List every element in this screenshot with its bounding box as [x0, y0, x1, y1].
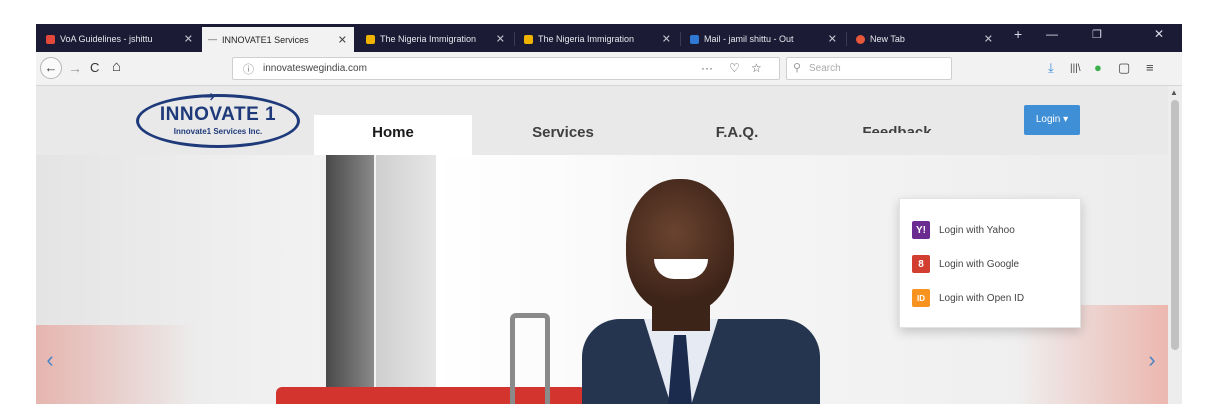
site-logo[interactable]: ⟶ INNOVATE 1 Innovate1 Services Inc. — [136, 89, 304, 150]
pocket-icon[interactable]: ♡ — [729, 61, 740, 75]
page-actions-icon[interactable]: ··· — [701, 61, 713, 75]
browser-window: VoA Guidelines - jshittu ✕ — INNOVATE1 S… — [36, 24, 1182, 404]
tab-voa-guidelines[interactable]: VoA Guidelines - jshittu ✕ — [40, 28, 200, 50]
option-label: Login with Open ID — [939, 292, 1025, 304]
option-label: Login with Yahoo — [939, 224, 1015, 236]
library-icon[interactable]: |||\ — [1070, 61, 1081, 77]
login-yahoo-option[interactable]: Y! Login with Yahoo — [912, 219, 1015, 241]
login-button[interactable]: Login ▾ — [1024, 105, 1080, 135]
address-bar[interactable]: ⓘ innovateswegindia.com ··· ♡ ☆ — [232, 57, 780, 80]
new-tab-button[interactable]: + — [1014, 26, 1022, 42]
restore-button[interactable]: ❐ — [1092, 28, 1102, 41]
tab-title: The Nigeria Immigration — [538, 34, 635, 44]
info-icon[interactable]: ⓘ — [243, 61, 254, 77]
bookmark-star-icon[interactable]: ☆ — [751, 61, 762, 75]
tab-nigeria-immigration-1[interactable]: The Nigeria Immigration ✕ — [360, 28, 512, 50]
web-page: ⟶ INNOVATE 1 Innovate1 Services Inc. Hom… — [36, 86, 1168, 404]
close-icon[interactable]: ✕ — [828, 33, 837, 46]
logo-title: INNOVATE 1 — [159, 104, 277, 125]
tab-title: New Tab — [870, 34, 905, 44]
close-icon[interactable]: ✕ — [184, 33, 193, 46]
extension-icon[interactable]: ● — [1094, 60, 1102, 76]
option-label: Login with Google — [939, 258, 1020, 270]
firefox-favicon-icon — [856, 34, 865, 44]
sidebar-icon[interactable]: ▢ — [1118, 60, 1130, 76]
tab-separator — [514, 32, 515, 46]
scroll-up-icon[interactable]: ▲ — [1170, 88, 1178, 97]
nav-faq[interactable]: F.A.Q. — [682, 115, 792, 155]
menu-icon[interactable]: ≡ — [1146, 60, 1154, 76]
carousel-prev-button[interactable]: ‹ — [40, 345, 60, 375]
close-icon[interactable]: ✕ — [496, 33, 505, 46]
tab-separator — [846, 32, 847, 46]
url-text: innovateswegindia.com — [263, 63, 367, 74]
tab-separator — [680, 32, 681, 46]
search-placeholder: Search — [809, 63, 841, 74]
tab-mail-outlook[interactable]: Mail - jamil shittu - Out ✕ — [684, 28, 844, 50]
search-icon: ⚲ — [793, 62, 802, 74]
minimize-button[interactable]: — — [1046, 27, 1058, 41]
forward-button[interactable]: → — [68, 59, 82, 77]
tab-new-tab[interactable]: New Tab ✕ — [850, 28, 1000, 50]
logo-subtitle: Innovate1 Services Inc. — [173, 127, 263, 136]
hero-background — [36, 325, 196, 404]
tab-nigeria-immigration-2[interactable]: The Nigeria Immigration ✕ — [518, 28, 678, 50]
tab-title: INNOVATE1 Services — [222, 34, 309, 45]
tab-innovate1[interactable]: — INNOVATE1 Services ✕ — [202, 27, 354, 52]
openid-icon: ID — [912, 289, 930, 307]
vertical-scrollbar[interactable]: ▲ — [1168, 86, 1182, 404]
suitcase-handle — [510, 313, 550, 404]
nav-home[interactable]: Home — [314, 115, 472, 155]
tab-title: Mail - jamil shittu - Out — [704, 34, 794, 44]
tab-strip: VoA Guidelines - jshittu ✕ — INNOVATE1 S… — [36, 24, 1182, 52]
google-icon: 8 — [912, 255, 930, 273]
flag-favicon-icon — [366, 34, 375, 44]
search-bar[interactable]: ⚲ Search — [786, 57, 952, 80]
scrollbar-thumb[interactable] — [1171, 100, 1179, 350]
hero-background — [326, 155, 374, 404]
login-google-option[interactable]: 8 Login with Google — [912, 253, 1019, 275]
back-button[interactable]: ← — [40, 57, 62, 79]
home-button[interactable]: ⌂ — [112, 58, 121, 76]
yahoo-icon: Y! — [912, 221, 930, 239]
close-icon[interactable]: ✕ — [662, 33, 671, 46]
outlook-favicon-icon — [690, 34, 699, 44]
close-window-button[interactable]: ✕ — [1154, 27, 1164, 41]
close-icon[interactable]: ✕ — [338, 33, 347, 46]
mail-favicon-icon — [46, 34, 55, 44]
reload-button[interactable]: C — [90, 59, 99, 77]
nav-feedback[interactable]: Feedback — [842, 115, 952, 133]
hero-person — [626, 179, 734, 313]
login-dropdown: Y! Login with Yahoo 8 Login with Google … — [899, 198, 1081, 328]
carousel-next-button[interactable]: › — [1142, 345, 1162, 375]
navigation-toolbar: ← → C ⌂ ⓘ innovateswegindia.com ··· ♡ ☆ … — [36, 52, 1182, 86]
flag-favicon-icon — [524, 34, 533, 44]
tab-title: The Nigeria Immigration — [380, 34, 477, 44]
site-header: ⟶ INNOVATE 1 Innovate1 Services Inc. Hom… — [36, 86, 1168, 155]
login-openid-option[interactable]: ID Login with Open ID — [912, 287, 1024, 309]
close-icon[interactable]: ✕ — [984, 33, 993, 46]
tab-title: VoA Guidelines - jshittu — [60, 34, 153, 44]
download-icon[interactable]: ⤓ — [1048, 60, 1054, 76]
nav-services[interactable]: Services — [498, 115, 628, 155]
hero-background — [376, 155, 436, 404]
dash-favicon-icon: — — [208, 34, 217, 44]
